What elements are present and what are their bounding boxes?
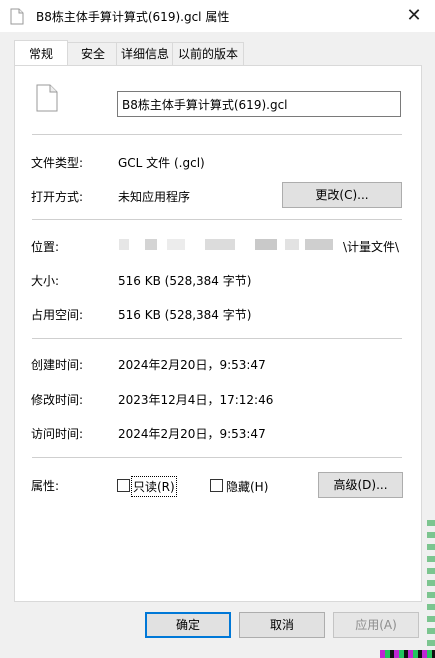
location-value: \计量文件\ [343, 240, 400, 254]
created-label: 创建时间: [31, 358, 84, 372]
hidden-checkbox[interactable] [210, 479, 223, 492]
file-type-value: GCL 文件 (.gcl) [118, 156, 205, 170]
size-on-disk-value: 516 KB (528,384 字节) [118, 308, 252, 322]
separator [32, 457, 402, 458]
created-value: 2024年2月20日，9:53:47 [118, 358, 266, 372]
ok-button[interactable]: 确定 [145, 612, 231, 638]
accessed-value: 2024年2月20日，9:53:47 [118, 427, 266, 441]
tab-security[interactable]: 安全 [67, 42, 119, 65]
accessed-label: 访问时间: [31, 427, 84, 441]
background-window-edge [427, 520, 435, 658]
cancel-button[interactable]: 取消 [239, 612, 325, 638]
size-on-disk-label: 占用空间: [31, 308, 84, 322]
close-button[interactable]: ✕ [401, 4, 427, 28]
location-label: 位置: [31, 240, 60, 254]
apply-button[interactable]: 应用(A) [333, 612, 419, 638]
tab-general[interactable]: 常规 [14, 40, 68, 65]
document-icon [10, 8, 24, 25]
general-panel: 文件类型: GCL 文件 (.gcl) 打开方式: 未知应用程序 更改(C)..… [14, 65, 422, 602]
readonly-label[interactable]: 只读(R) [131, 476, 177, 497]
file-type-label: 文件类型: [31, 156, 84, 170]
modified-label: 修改时间: [31, 393, 84, 407]
size-label: 大小: [31, 274, 60, 288]
file-icon [36, 84, 58, 112]
modified-value: 2023年12月4日，17:12:46 [118, 393, 274, 407]
separator [32, 219, 402, 220]
readonly-checkbox[interactable] [117, 479, 130, 492]
close-icon: ✕ [406, 5, 422, 26]
hidden-label[interactable]: 隐藏(H) [226, 478, 268, 495]
opens-with-label: 打开方式: [31, 190, 84, 204]
tab-previous-versions[interactable]: 以前的版本 [172, 42, 244, 65]
attributes-label: 属性: [31, 479, 60, 493]
tab-details[interactable]: 详细信息 [116, 42, 174, 65]
location-redacted [119, 239, 343, 250]
window-title: B8栋主体手算计算式(619).gcl 属性 [36, 10, 230, 24]
file-name-input[interactable] [117, 91, 401, 117]
advanced-button[interactable]: 高级(D)... [318, 472, 403, 498]
separator [32, 338, 402, 339]
size-value: 516 KB (528,384 字节) [118, 274, 252, 288]
opens-with-value: 未知应用程序 [118, 190, 191, 204]
change-button[interactable]: 更改(C)... [282, 182, 402, 208]
background-window-edge [380, 650, 435, 658]
separator [32, 134, 402, 135]
title-bar: B8栋主体手算计算式(619).gcl 属性 ✕ [0, 0, 435, 32]
